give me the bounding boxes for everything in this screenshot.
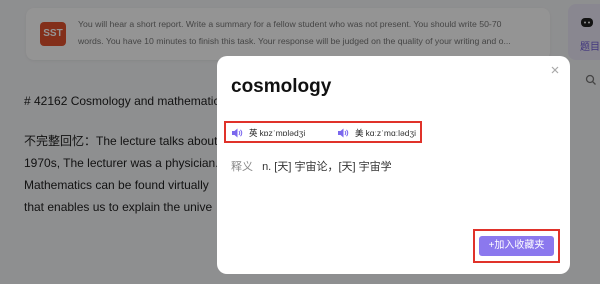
favorite-highlight: +加入收藏夹 bbox=[473, 229, 560, 263]
uk-ipa: kɒzˈmɒlədʒi bbox=[259, 128, 306, 138]
definition-text: n. [天] 宇宙论，[天] 宇宙学 bbox=[262, 161, 392, 173]
us-label: 美 bbox=[355, 128, 364, 138]
uk-pronunciation-button[interactable]: 英 kɒzˈmɒlədʒi bbox=[231, 127, 305, 139]
uk-label: 英 bbox=[249, 128, 258, 138]
definition: 释义 n. [天] 宇宙论，[天] 宇宙学 bbox=[231, 158, 392, 174]
speaker-icon bbox=[232, 128, 243, 138]
add-to-favorites-button[interactable]: +加入收藏夹 bbox=[479, 236, 554, 256]
word-dialog: cosmology 英 kɒzˈmɒlədʒi 美 kɑːzˈmɑːlədʒi … bbox=[217, 56, 570, 274]
pronunciation-row: 英 kɒzˈmɒlədʒi 美 kɑːzˈmɑːlədʒi bbox=[224, 121, 422, 143]
definition-label: 释义 bbox=[231, 161, 253, 173]
us-pronunciation-button[interactable]: 美 kɑːzˈmɑːlədʒi bbox=[337, 127, 416, 139]
us-ipa: kɑːzˈmɑːlədʒi bbox=[365, 128, 416, 138]
page: SST You will hear a short report. Write … bbox=[0, 0, 600, 284]
speaker-icon bbox=[338, 128, 349, 138]
dialog-word: cosmology bbox=[231, 76, 332, 97]
close-icon[interactable] bbox=[549, 64, 561, 76]
